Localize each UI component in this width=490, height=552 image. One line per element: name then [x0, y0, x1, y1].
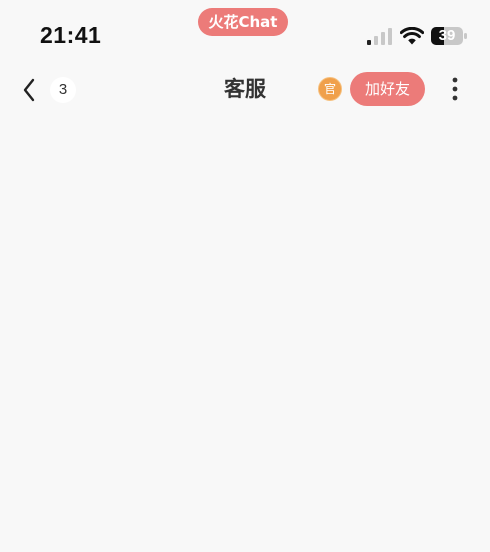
app-name-pill: 火花Chat [198, 8, 288, 36]
battery-level: 39 [438, 27, 456, 44]
chat-screen: 21:41 火花Chat 39 3 客服 官 加好友 [0, 0, 490, 552]
wifi-icon [400, 27, 424, 45]
official-badge: 官 [318, 77, 342, 101]
cellular-signal-icon [367, 28, 392, 45]
add-friend-button[interactable]: 加好友 [350, 72, 425, 106]
vertical-ellipsis-icon[interactable] [444, 74, 466, 104]
unread-count-badge: 3 [50, 77, 76, 103]
status-time: 21:41 [40, 22, 102, 48]
chevron-left-icon[interactable] [18, 76, 40, 104]
page-title: 客服 [224, 77, 266, 101]
chat-message-area[interactable] [0, 118, 490, 552]
status-bar: 21:41 火花Chat 39 [0, 0, 490, 62]
nav-bar: 3 客服 官 加好友 [0, 62, 490, 118]
